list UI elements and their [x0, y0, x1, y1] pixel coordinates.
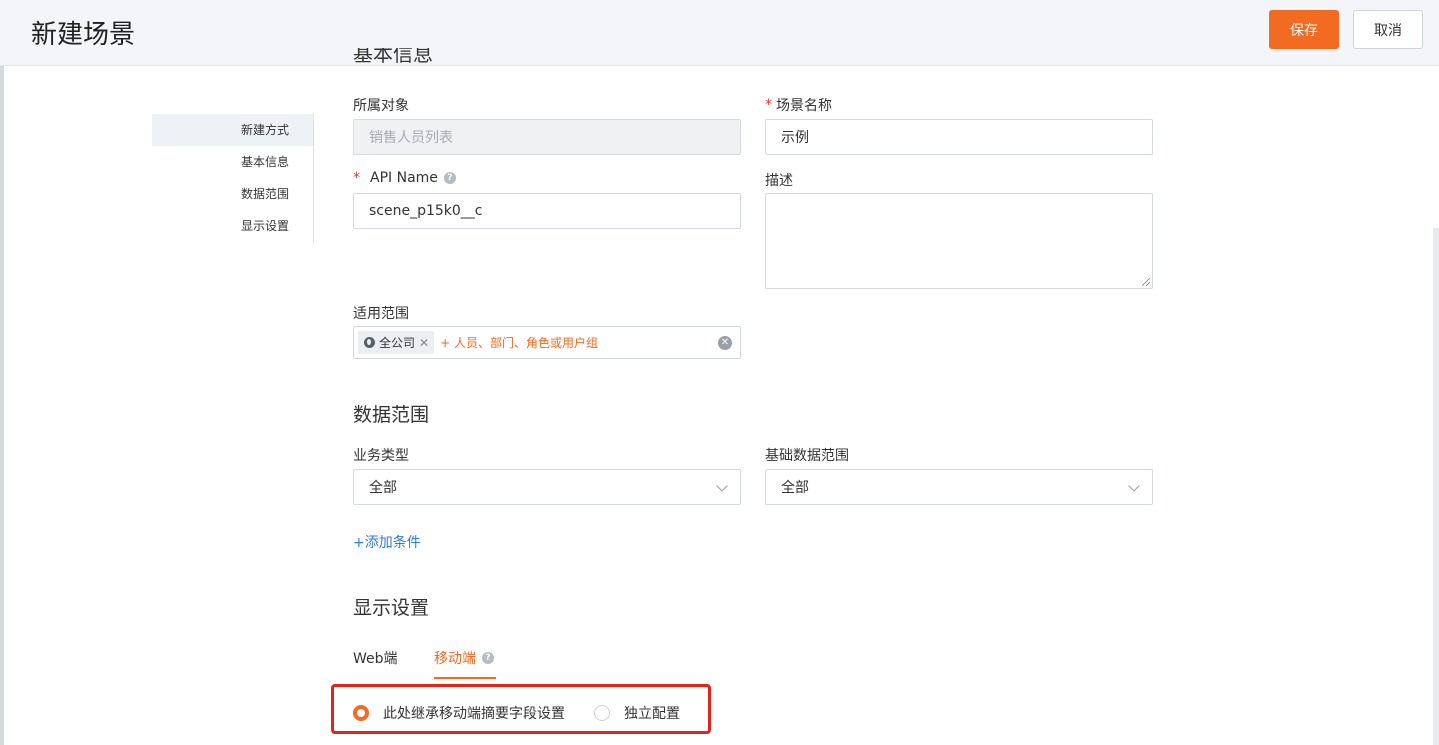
help-icon[interactable]: ?	[443, 172, 456, 184]
biz-type-select[interactable]: 全部	[353, 469, 741, 505]
section-title-display-settings: 显示设置	[353, 597, 430, 619]
scope-tag: 全公司 ✕	[358, 331, 435, 354]
tab-web-label: Web端	[353, 651, 398, 667]
tab-mobile-label: 移动端	[434, 651, 476, 667]
scope-label-text: 适用范围	[353, 306, 409, 322]
section-nav: 新建方式 基本信息 数据范围 显示设置	[152, 114, 314, 242]
display-mode-radios: 此处继承移动端摘要字段设置 独立配置	[353, 703, 680, 723]
api-name-label: * API Name ?	[353, 170, 456, 186]
add-people-link[interactable]: + 人员、部门、角色或用户组	[440, 334, 598, 351]
scene-name-label: * 场景名称	[765, 95, 832, 115]
tab-web[interactable]: Web端	[353, 648, 398, 679]
base-range-label-text: 基础数据范围	[765, 448, 849, 464]
chevron-down-icon	[716, 480, 728, 492]
description-label-text: 描述	[765, 173, 793, 189]
nav-item-basic-info[interactable]: 基本信息	[152, 146, 289, 178]
scrollbar[interactable]	[1433, 228, 1439, 745]
help-icon[interactable]: ?	[482, 652, 494, 664]
page-title: 新建场景	[31, 20, 136, 50]
scene-name-label-text: 场景名称	[776, 98, 832, 114]
page-header: 新建场景 保存 取消	[0, 0, 1439, 66]
tag-close-icon[interactable]: ✕	[419, 336, 429, 350]
base-range-label: 基础数据范围	[765, 445, 849, 465]
required-mark: *	[353, 170, 360, 186]
base-range-select[interactable]: 全部	[765, 469, 1153, 505]
radio-inherit-label[interactable]: 此处继承移动端摘要字段设置	[383, 703, 565, 723]
required-mark: *	[765, 97, 772, 113]
biz-type-label: 业务类型	[353, 445, 409, 465]
base-range-value: 全部	[781, 480, 809, 496]
description-label: 描述	[765, 170, 793, 190]
radio-inherit[interactable]	[353, 705, 369, 721]
section-title-basic-info-text: 基本信息	[353, 48, 433, 66]
tab-mobile[interactable]: 移动端 ?	[434, 648, 496, 679]
resize-grip-icon[interactable]	[1142, 278, 1150, 286]
object-label: 所属对象	[353, 95, 409, 115]
object-field: 销售人员列表	[353, 119, 741, 155]
section-title-basic-info: 基本信息	[353, 48, 433, 66]
window-left-edge	[0, 0, 4, 745]
radio-independent-label[interactable]: 独立配置	[624, 703, 680, 723]
clear-icon[interactable]: ✕	[718, 336, 732, 350]
object-label-text: 所属对象	[353, 98, 409, 114]
nav-item-data-range[interactable]: 数据范围	[152, 178, 289, 210]
globe-icon	[364, 337, 375, 348]
chevron-down-icon	[1128, 480, 1140, 492]
description-textarea[interactable]	[765, 193, 1153, 289]
scope-selector[interactable]: 全公司 ✕ + 人员、部门、角色或用户组 ✕	[353, 326, 741, 359]
scope-tag-label: 全公司	[379, 336, 416, 350]
nav-item-display-settings[interactable]: 显示设置	[152, 210, 289, 242]
api-name-label-text: API Name	[370, 170, 438, 186]
api-name-field[interactable]: scene_p15k0__c	[353, 193, 741, 229]
cancel-button[interactable]: 取消	[1353, 10, 1423, 49]
scope-label: 适用范围	[353, 303, 409, 323]
biz-type-value: 全部	[369, 480, 397, 496]
add-condition-link[interactable]: +添加条件	[353, 532, 421, 552]
nav-item-create-method[interactable]: 新建方式	[152, 114, 313, 146]
save-button[interactable]: 保存	[1269, 10, 1339, 49]
biz-type-label-text: 业务类型	[353, 448, 409, 464]
section-title-data-range: 数据范围	[353, 404, 430, 426]
radio-independent[interactable]	[594, 705, 610, 721]
scene-name-field[interactable]: 示例	[765, 119, 1153, 155]
